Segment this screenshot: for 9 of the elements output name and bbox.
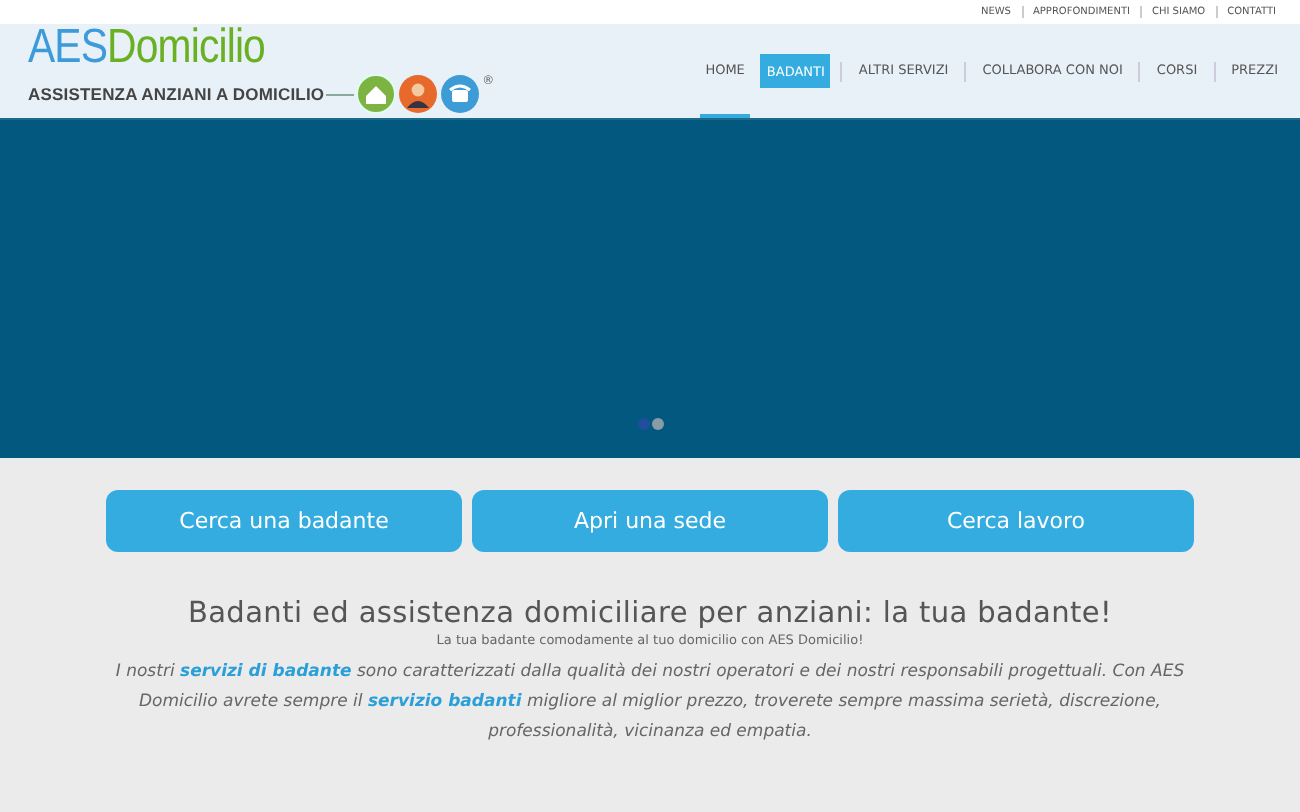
phone-badge-icon	[440, 74, 481, 114]
logo-tagline: ASSISTENZA ANZIANI A DOMICILIO	[28, 84, 325, 104]
house-badge-icon	[356, 74, 397, 114]
logo-wordmark: AESDomicilio	[28, 28, 265, 68]
person-badge-icon	[398, 74, 439, 114]
page-heading: Badanti ed assistenza domiciliare per anziani: la tua badante!	[185, 598, 1115, 630]
intro-paragraph: I nostri servizi di badante sono caratterizzati dalla qualità dei nostri operatori e dei nostri responsabili progettuali. Con AES Domicilio avrete sempre il servizio badanti migliore al miglior prezzo, troverete sempre massima serietà, discrezione, professionalità, vicinanza ed empatia.	[113, 660, 1187, 746]
slider-dot[interactable]	[638, 418, 650, 430]
slider-dot[interactable]	[652, 418, 664, 430]
